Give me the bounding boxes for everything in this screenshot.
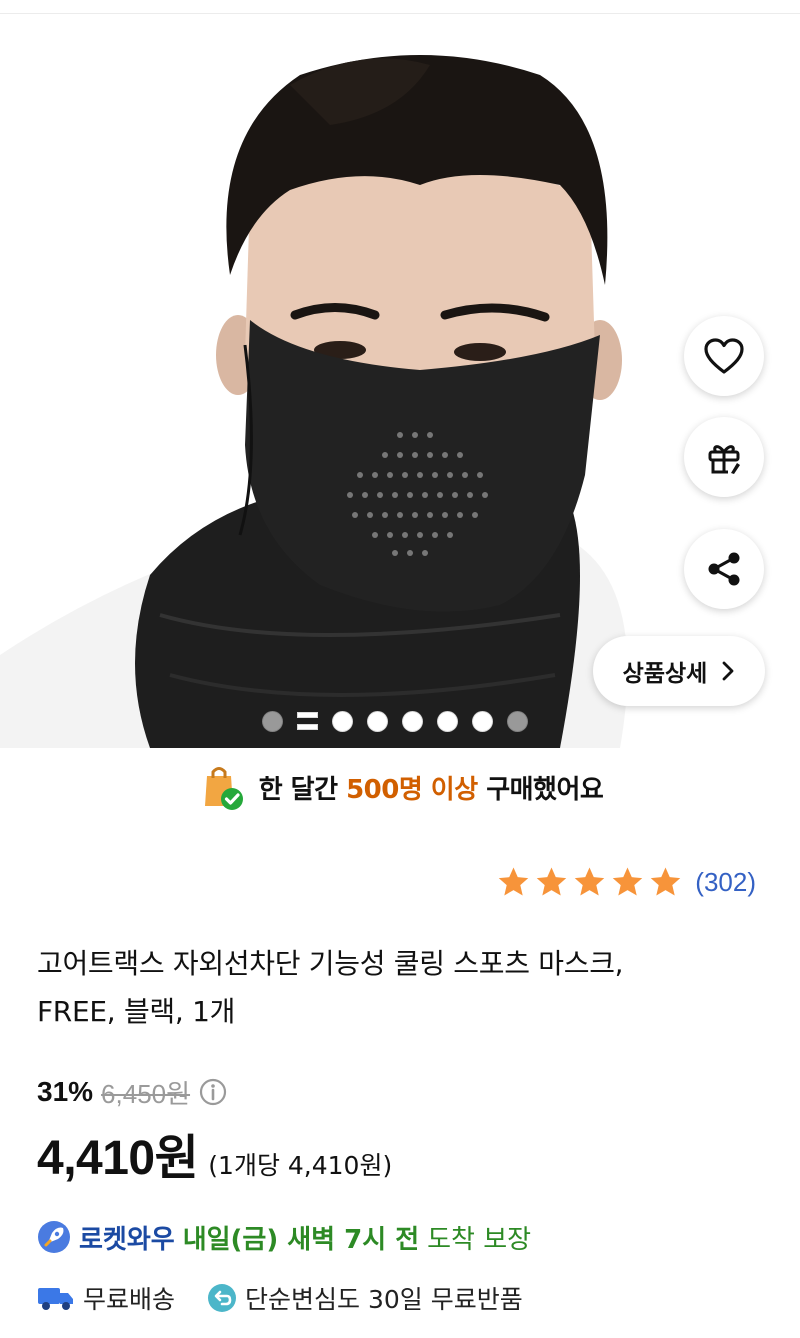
- discount-row: 31% 6,450원: [37, 1072, 228, 1112]
- gallery-dot[interactable]: [262, 710, 283, 732]
- rocket-wow-label: 로켓와우: [79, 1224, 175, 1255]
- truck-icon: [38, 1288, 73, 1310]
- star-icon: [651, 867, 681, 896]
- star-icon: [613, 867, 643, 896]
- gallery-dot[interactable]: [367, 710, 388, 732]
- rating-stars: [496, 865, 683, 899]
- rocket-wow-icon: [38, 1221, 70, 1253]
- gallery-dot[interactable]: [507, 710, 528, 732]
- gallery-pagination[interactable]: [262, 710, 528, 732]
- product-title-line2: FREE, 블랙, 1개: [37, 995, 236, 1028]
- star-icon: [537, 867, 567, 896]
- star-icon: [575, 867, 605, 896]
- price-row: 4,410원 (1개당 4,410원): [37, 1118, 393, 1185]
- product-detail-button[interactable]: 상품상세: [593, 636, 765, 706]
- top-status-strip: [0, 0, 800, 14]
- share-icon: [708, 552, 740, 586]
- gallery-dot[interactable]: [472, 710, 493, 732]
- unit-price: (1개당 4,410원): [208, 1151, 393, 1180]
- gift-button[interactable]: [684, 417, 764, 497]
- review-count[interactable]: (302): [695, 867, 756, 898]
- purchase-notice-text: 한 달간 500명 이상 구매했어요: [259, 769, 604, 806]
- star-icon: [499, 867, 529, 896]
- free-return-label: 단순변심도 30일 무료반품: [245, 1285, 523, 1314]
- gallery-dot[interactable]: [402, 710, 423, 732]
- rating[interactable]: (302): [496, 860, 756, 904]
- rocket-delivery-row: 로켓와우 내일(금) 새벽 7시 전 도착 보장: [37, 1215, 531, 1259]
- info-icon[interactable]: [198, 1077, 228, 1107]
- sale-price: 4,410원: [37, 1132, 199, 1185]
- gallery-dot-active[interactable]: [297, 712, 318, 730]
- gallery-dot[interactable]: [437, 710, 458, 732]
- arrival-time: 내일(금) 새벽 7시 전: [182, 1224, 420, 1255]
- product-title-line1: 고어트랙스 자외선차단 기능성 쿨링 스포츠 마스크,: [37, 947, 624, 980]
- original-price: 6,450원: [101, 1078, 191, 1109]
- return-arrow-icon: [208, 1284, 237, 1312]
- discount-rate: 31%: [37, 1076, 94, 1107]
- chevron-right-icon: [722, 661, 734, 681]
- purchase-notice-suffix: 구매했어요: [477, 774, 604, 805]
- product-title: 고어트랙스 자외선차단 기능성 쿨링 스포츠 마스크, FREE, 블랙, 1개: [37, 940, 767, 1036]
- arrival-guarantee: 도착 보장: [427, 1224, 532, 1255]
- shopping-bag-check-icon: [204, 767, 243, 810]
- heart-icon: [704, 338, 744, 374]
- shipping-return-row: 무료배송 단순변심도 30일 무료반품: [37, 1278, 523, 1318]
- share-button[interactable]: [684, 529, 764, 609]
- gallery-dot[interactable]: [332, 710, 353, 732]
- gift-icon: [708, 445, 740, 474]
- product-detail-label: 상품상세: [622, 661, 708, 687]
- purchase-notice-prefix: 한 달간: [258, 774, 347, 805]
- wishlist-button[interactable]: [684, 316, 764, 396]
- purchase-notice-highlight: 500명 이상: [346, 774, 478, 805]
- purchase-notice: 한 달간 500명 이상 구매했어요: [0, 758, 800, 816]
- free-shipping-label: 무료배송: [83, 1285, 176, 1314]
